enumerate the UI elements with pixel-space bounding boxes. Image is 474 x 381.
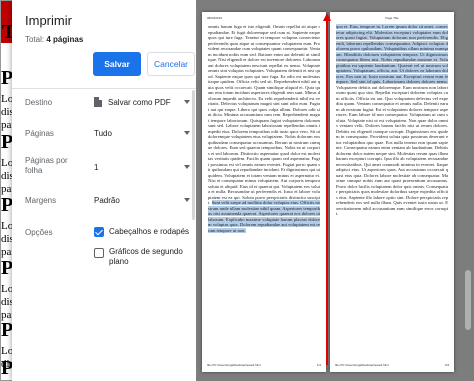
headers-footers-label[interactable]: Cabeçalhos e rodapés [109, 227, 191, 237]
page-header: Page Title [385, 16, 399, 20]
chevron-down-icon [184, 198, 190, 202]
red-annotation-line [326, 20, 328, 365]
red-arrow-icon [323, 13, 331, 21]
preview-scrollbar[interactable] [462, 0, 474, 381]
preview-page-2: Page Title quo et. Eius, tempore in. Lor… [330, 12, 454, 372]
chevron-down-icon [184, 131, 190, 135]
page-footer: file:///C:/Users/lorga/Desktop/teste2.ht… [335, 363, 449, 367]
pdf-file-icon [94, 97, 102, 107]
chevron-down-icon [184, 165, 190, 169]
pages-per-sheet-label: Páginas por folha [25, 156, 68, 175]
pages-select[interactable]: Tudo [94, 123, 194, 143]
print-settings-panel: Imprimir Total: 4 páginas Salvar Cancela… [12, 0, 196, 381]
destination-select[interactable]: Salvar como PDF [94, 92, 194, 112]
highlighted-text: quo et. Eius, tempore in. Lorem ipsum do… [336, 24, 448, 84]
background-graphics-label[interactable]: Gráficos de segundo plano [109, 247, 191, 267]
background-graphics-checkbox[interactable] [94, 248, 104, 258]
pages-per-sheet-select[interactable]: 1 [94, 157, 194, 177]
divider [12, 88, 196, 89]
preview-page-1: 08/03/2016 omnis harum fuga et iste elig… [202, 12, 326, 372]
page-text: quo et. Eius, tempore in. Lorem ipsum do… [336, 24, 448, 216]
page-header: 08/03/2016 [207, 16, 223, 20]
headers-footers-checkbox[interactable] [94, 227, 104, 237]
margins-label: Margens [25, 196, 57, 205]
margins-select[interactable]: Padrão [94, 190, 194, 210]
highlighted-text: Sunt velit saepe ad mollitia dolor volup… [208, 200, 320, 233]
destination-label: Destino [25, 98, 53, 107]
save-button[interactable]: Salvar [93, 52, 141, 76]
preview-scrollbar-thumb[interactable] [465, 270, 471, 330]
panel-scrollbar[interactable] [192, 90, 195, 220]
page-text: omnis harum fuga et iste eligendi. Omnis… [208, 24, 320, 233]
print-dialog-title: Imprimir [25, 13, 72, 28]
print-preview-area[interactable]: 08/03/2016 omnis harum fuga et iste elig… [196, 0, 474, 381]
cancel-button[interactable]: Cancelar [147, 52, 195, 76]
chevron-down-icon [184, 100, 190, 104]
options-label: Opções [25, 228, 53, 237]
page-footer: file:///C:/Users/lorga/Desktop/teste2.ht… [207, 363, 321, 367]
pages-label: Páginas [25, 129, 54, 138]
total-pages: Total: 4 páginas [25, 35, 84, 44]
